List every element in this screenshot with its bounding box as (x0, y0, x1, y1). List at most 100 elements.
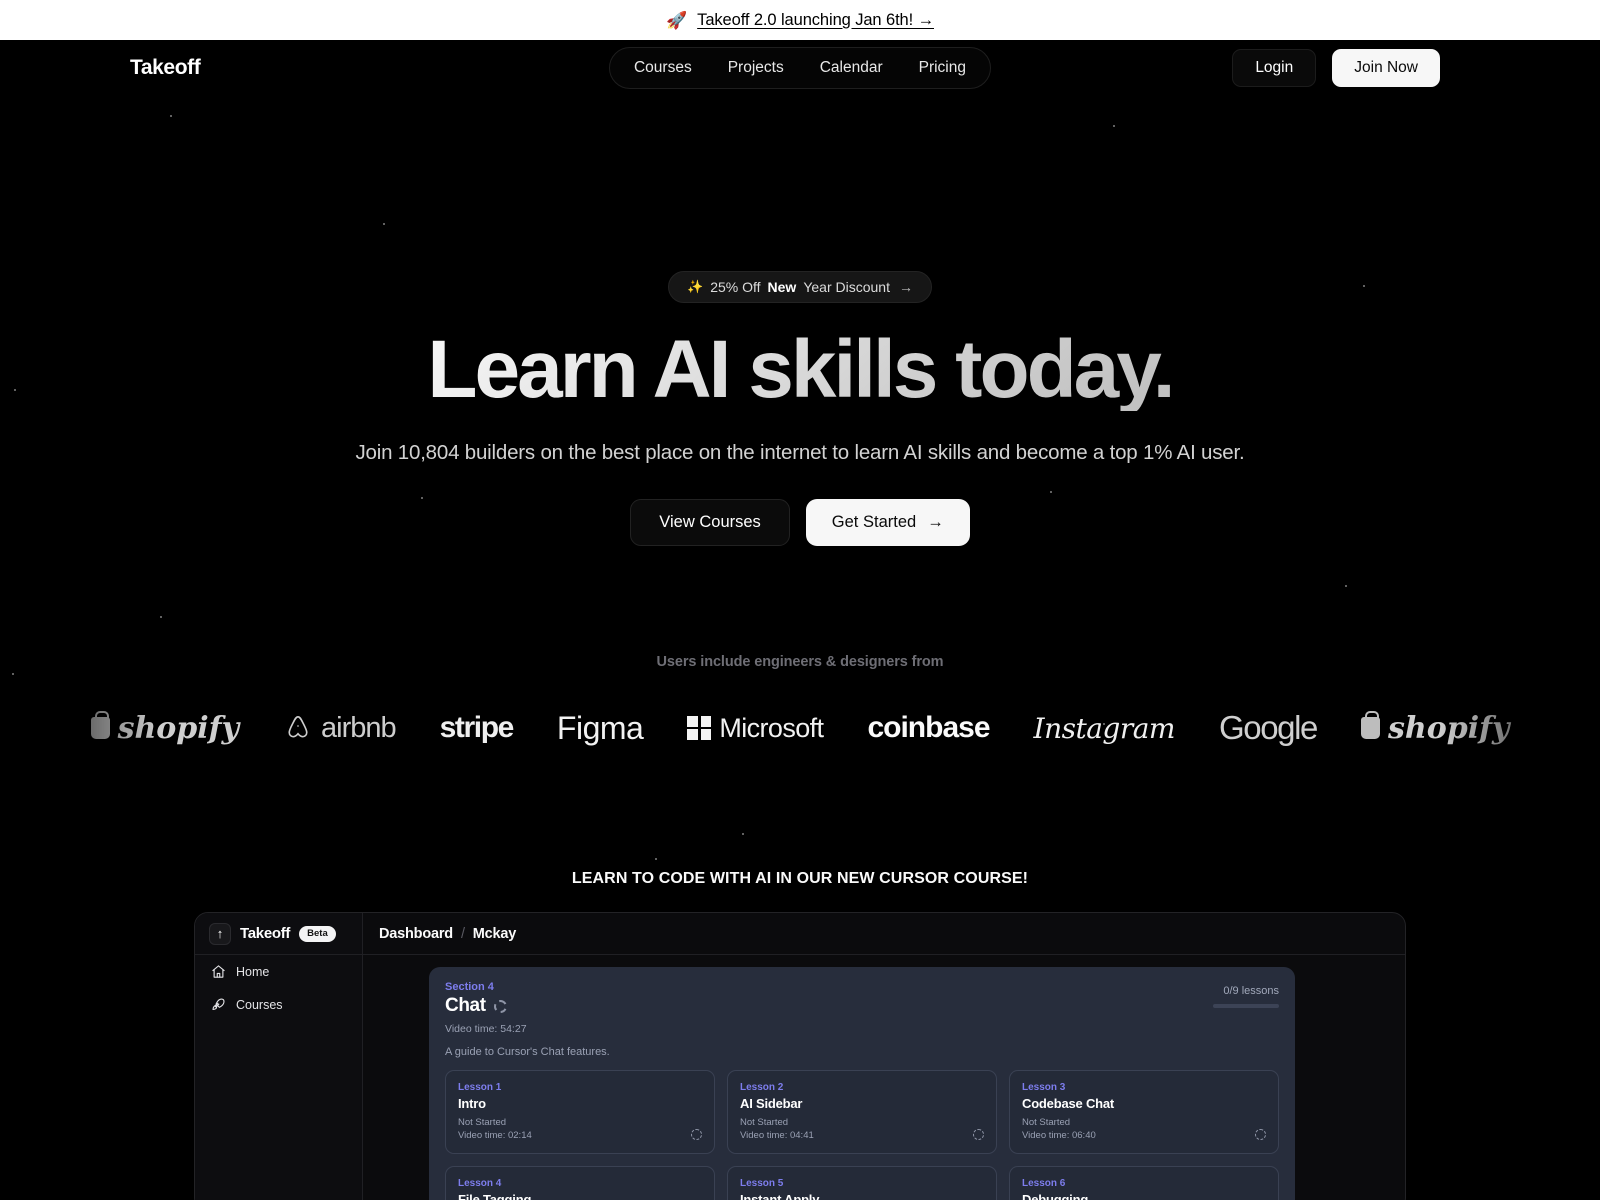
lesson-grid: Lesson 1 Intro Not Started Video time: 0… (445, 1070, 1279, 1200)
logo-microsoft: Microsoft (687, 713, 824, 744)
page-title: Learn AI skills today. (0, 329, 1600, 411)
takeoff-arrow-icon: ↑ (209, 922, 231, 945)
hero-cta-row: View Courses Get Started → (0, 499, 1600, 546)
get-started-label: Get Started (831, 513, 917, 531)
logo-instagram: Instagram (1033, 711, 1176, 745)
lesson-kicker: Lesson 4 (458, 1178, 502, 1189)
logo-stripe: stripe (439, 711, 515, 744)
site-header: Takeoff Courses Projects Calendar Pricin… (0, 40, 1600, 95)
lesson-kicker: Lesson 2 (740, 1082, 784, 1093)
logo-shopify-2: shopify (1361, 711, 1509, 746)
lesson-kicker: Lesson 6 (1022, 1178, 1066, 1189)
beta-badge: Beta (299, 925, 336, 942)
lesson-video-time: Video time: 06:40 (1022, 1130, 1096, 1141)
logo-shopify-2-text: shopify (1388, 710, 1510, 746)
sparkle-icon: ✨ (687, 279, 704, 294)
lesson-card[interactable]: Lesson 4 File Tagging Not Started (445, 1166, 715, 1200)
nav-item-calendar[interactable]: Calendar (802, 53, 901, 83)
logo-coinbase: coinbase (867, 711, 990, 744)
lessons-count: 0/9 lessons (1223, 985, 1279, 997)
lesson-title: Intro (458, 1096, 486, 1111)
dashboard-main: Dashboard / Mckay Section 4 Chat Video t… (363, 913, 1405, 1200)
lesson-kicker: Lesson 5 (740, 1178, 784, 1189)
airbnb-mark-icon (288, 715, 308, 738)
section-card: Section 4 Chat Video time: 54:27 A guide… (429, 967, 1295, 1200)
lesson-card[interactable]: Lesson 3 Codebase Chat Not Started Video… (1009, 1070, 1279, 1154)
logo-marquee: shopify airbnb stripe Figma Microsoft co… (0, 698, 1600, 758)
dashboard-brand-row: ↑ Takeoff Beta (195, 913, 362, 955)
logo-figma: Figma (556, 709, 644, 746)
lesson-title: Instant Apply (740, 1192, 820, 1200)
lesson-card[interactable]: Lesson 1 Intro Not Started Video time: 0… (445, 1070, 715, 1154)
logo-shopify: shopify (90, 710, 239, 746)
logo-airbnb: airbnb (283, 711, 397, 745)
shopify-bag-icon (90, 711, 110, 739)
lesson-kicker: Lesson 1 (458, 1082, 502, 1093)
progress-circle-icon (1255, 1129, 1266, 1140)
breadcrumb-leaf[interactable]: Mckay (473, 926, 517, 942)
discount-badge[interactable]: ✨ 25% Off New Year Discount → (668, 271, 932, 303)
logo-google: Google (1218, 709, 1318, 746)
progress-circle-icon (973, 1129, 984, 1140)
sidebar-item-home[interactable]: Home (195, 955, 362, 988)
section-progress: 0/9 lessons (1213, 981, 1279, 1008)
progress-circle-icon (493, 999, 507, 1013)
lesson-status: Not Started (1022, 1117, 1071, 1128)
announcement-bar[interactable]: 🚀 Takeoff 2.0 launching Jan 6th! → (0, 0, 1600, 40)
section-title-text: Chat (445, 995, 486, 1016)
lesson-title: Debugging (1022, 1192, 1089, 1200)
badge-prefix: 25% Off (710, 279, 761, 295)
nav-item-projects[interactable]: Projects (710, 53, 802, 83)
home-icon (212, 965, 225, 978)
lesson-card[interactable]: Lesson 2 AI Sidebar Not Started Video ti… (727, 1070, 997, 1154)
nav-item-courses[interactable]: Courses (616, 53, 710, 83)
sidebar-item-courses[interactable]: Courses (195, 988, 362, 1021)
arrow-right-icon: → (898, 279, 913, 295)
breadcrumb-root[interactable]: Dashboard (379, 926, 453, 942)
dashboard-brand-name: Takeoff (240, 925, 291, 942)
progress-circle-icon (691, 1129, 702, 1140)
get-started-button[interactable]: Get Started → (805, 499, 970, 546)
breadcrumb: Dashboard / Mckay (363, 913, 1405, 955)
lesson-video-time: Video time: 02:14 (458, 1130, 532, 1141)
logo-airbnb-text: airbnb (321, 711, 397, 744)
badge-bold: New (767, 279, 797, 295)
course-preview-kicker: LEARN TO CODE WITH AI IN OUR NEW CURSOR … (571, 870, 1029, 887)
section-kicker: Section 4 (445, 981, 494, 993)
arrow-right-icon: → (927, 513, 944, 531)
microsoft-squares-icon (687, 716, 712, 740)
lesson-status: Not Started (740, 1117, 789, 1128)
badge-suffix: Year Discount (803, 279, 890, 295)
brand-logo[interactable]: Takeoff (130, 56, 201, 80)
lesson-title: AI Sidebar (740, 1096, 803, 1111)
lesson-status: Not Started (458, 1117, 507, 1128)
lesson-title: Codebase Chat (1022, 1096, 1115, 1111)
hero-section: ✨ 25% Off New Year Discount → Learn AI s… (0, 95, 1600, 860)
dashboard-preview-frame: ↑ Takeoff Beta Home Courses Dashboard / … (194, 912, 1406, 1200)
lesson-card[interactable]: Lesson 5 Instant Apply Not Started (727, 1166, 997, 1200)
lesson-video-time: Video time: 04:41 (740, 1130, 814, 1141)
section-description: A guide to Cursor's Chat features. (445, 1046, 610, 1058)
join-now-button[interactable]: Join Now (1332, 48, 1440, 87)
course-preview-section: LEARN TO CODE WITH AI IN OUR NEW CURSOR … (0, 870, 1600, 1200)
hero-subtitle: Join 10,804 builders on the best place o… (355, 441, 1245, 464)
nav-item-pricing[interactable]: Pricing (901, 53, 984, 83)
main-nav: Courses Projects Calendar Pricing (608, 46, 992, 89)
dashboard-content: Section 4 Chat Video time: 54:27 A guide… (363, 955, 1405, 1200)
starfield-decoration (0, 95, 1600, 860)
section-video-time: Video time: 54:27 (445, 1023, 527, 1035)
logo-shopify-text: shopify (117, 710, 239, 746)
sidebar-item-courses-label: Courses (236, 997, 283, 1012)
progress-bar (1213, 1004, 1279, 1008)
login-button[interactable]: Login (1232, 48, 1317, 87)
view-courses-button[interactable]: View Courses (630, 499, 790, 546)
header-actions: Login Join Now (1232, 48, 1440, 87)
sidebar-item-home-label: Home (236, 964, 270, 979)
breadcrumb-separator: / (460, 925, 465, 942)
section-header-left: Section 4 Chat Video time: 54:27 A guide… (445, 981, 1213, 1058)
rocket-icon (212, 998, 225, 1011)
announcement-text[interactable]: Takeoff 2.0 launching Jan 6th! → (697, 11, 934, 30)
social-proof-label: Users include engineers & designers from (656, 654, 944, 670)
section-header: Section 4 Chat Video time: 54:27 A guide… (445, 981, 1279, 1058)
lesson-card[interactable]: Lesson 6 Debugging Not Started (1009, 1166, 1279, 1200)
